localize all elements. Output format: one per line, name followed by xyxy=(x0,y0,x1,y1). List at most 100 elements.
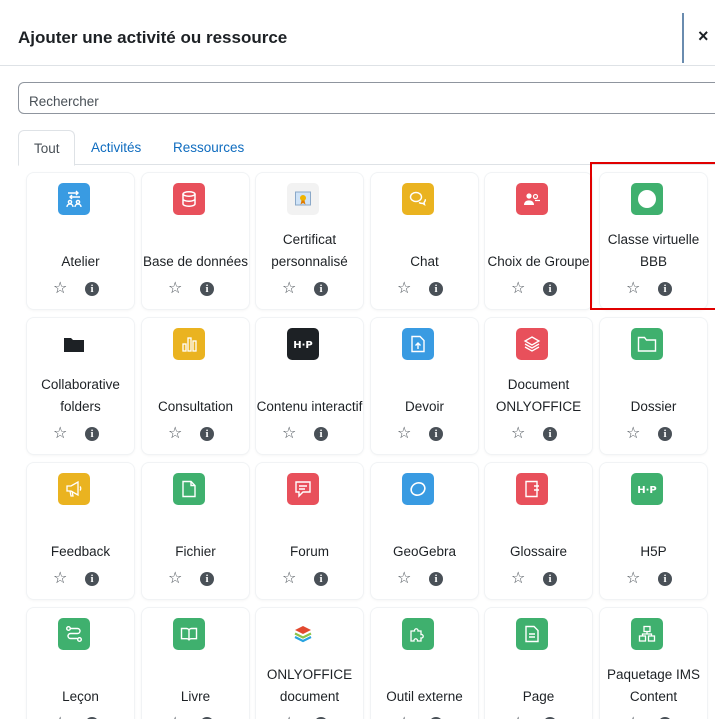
activity-card[interactable]: Page ☆i xyxy=(485,608,592,719)
activity-card[interactable]: H·P Contenu interactif ☆ i xyxy=(256,318,363,454)
info-icon[interactable]: i xyxy=(85,282,99,296)
info-icon[interactable]: i xyxy=(200,427,214,441)
info-icon[interactable]: i xyxy=(543,282,557,296)
search-input[interactable] xyxy=(18,82,715,114)
activity-card[interactable]: Devoir ☆ i xyxy=(371,318,478,454)
activity-label: Choix de Groupe xyxy=(487,254,590,269)
activity-card[interactable]: Feedback ☆ i xyxy=(27,463,134,599)
forum-icon xyxy=(287,473,319,505)
info-icon[interactable]: i xyxy=(85,572,99,586)
activity-card[interactable]: Dossier ☆ i xyxy=(600,318,707,454)
info-icon[interactable]: i xyxy=(314,282,328,296)
activity-card[interactable]: Classe virtuelle BBB ☆ i xyxy=(600,173,707,309)
info-icon[interactable]: i xyxy=(314,427,328,441)
activity-card[interactable]: Base de données ☆ i xyxy=(142,173,249,309)
tab-ressources[interactable]: Ressources xyxy=(173,130,244,165)
card-actions: ☆i xyxy=(256,425,363,443)
star-icon[interactable]: ☆ xyxy=(626,425,640,443)
activity-card[interactable]: Forum ☆ i xyxy=(256,463,363,599)
activity-label: Feedback xyxy=(50,544,111,559)
star-icon[interactable]: ☆ xyxy=(397,280,411,298)
star-icon[interactable]: ☆ xyxy=(282,280,296,298)
activity-label: Livre xyxy=(180,689,211,704)
info-icon[interactable]: i xyxy=(429,572,443,586)
info-icon[interactable]: i xyxy=(658,427,672,441)
people-exchange-icon xyxy=(58,183,90,215)
star-icon[interactable]: ☆ xyxy=(397,425,411,443)
activity-label: Glossaire xyxy=(509,544,568,559)
card-actions: ☆i xyxy=(371,570,478,588)
lesson-path-icon xyxy=(58,618,90,650)
activity-label: Document ONLYOFFICE xyxy=(495,377,582,414)
activity-card[interactable]: Glossaire ☆ i xyxy=(485,463,592,599)
activity-card[interactable]: Consultation ☆ i xyxy=(142,318,249,454)
star-icon[interactable]: ☆ xyxy=(397,570,411,588)
activity-label: Collaborative folders xyxy=(41,377,120,414)
info-icon[interactable]: i xyxy=(200,572,214,586)
star-icon[interactable]: ☆ xyxy=(282,425,296,443)
activity-label: Page xyxy=(522,689,555,704)
modal-title: Ajouter une activité ou ressource xyxy=(18,28,288,47)
activity-card[interactable]: Atelier ☆ i xyxy=(27,173,134,309)
star-icon[interactable]: ☆ xyxy=(626,715,640,719)
activity-card[interactable]: Livre ☆i xyxy=(142,608,249,719)
info-icon[interactable]: i xyxy=(658,282,672,296)
tab-tout[interactable]: Tout xyxy=(18,130,75,166)
activity-card[interactable]: Chat ☆ i xyxy=(371,173,478,309)
card-actions: ☆i xyxy=(27,715,134,719)
star-icon[interactable]: ☆ xyxy=(168,280,182,298)
info-icon[interactable]: i xyxy=(543,572,557,586)
activity-card[interactable]: Collaborative folders ☆ i xyxy=(27,318,134,454)
close-button[interactable]: × xyxy=(682,13,715,63)
star-icon[interactable]: ☆ xyxy=(626,280,640,298)
info-icon[interactable]: i xyxy=(85,427,99,441)
activity-label: GeoGebra xyxy=(392,544,457,559)
star-icon[interactable]: ☆ xyxy=(511,425,525,443)
card-actions: ☆i xyxy=(600,280,707,298)
card-actions: ☆i xyxy=(600,715,707,719)
activity-card[interactable]: Choix de Groupe ☆ i xyxy=(485,173,592,309)
star-icon[interactable]: ☆ xyxy=(282,570,296,588)
package-icon xyxy=(631,618,663,650)
activity-card[interactable]: Fichier ☆ i xyxy=(142,463,249,599)
activity-grid: Atelier ☆ i Base de données ☆ i Certificat per… xyxy=(27,173,715,719)
star-icon[interactable]: ☆ xyxy=(511,280,525,298)
card-actions: ☆i xyxy=(256,280,363,298)
activity-label: Devoir xyxy=(404,399,444,414)
card-actions: ☆i xyxy=(371,425,478,443)
star-icon[interactable]: ☆ xyxy=(53,570,67,588)
activity-label: H5P xyxy=(640,544,667,559)
info-icon[interactable]: i xyxy=(200,282,214,296)
activity-card[interactable]: ONLYOFFICE document ☆i xyxy=(256,608,363,719)
activity-card[interactable]: GeoGebra ☆ i xyxy=(371,463,478,599)
activity-card[interactable]: Leçon ☆i xyxy=(27,608,134,719)
tab-activites[interactable]: Activités xyxy=(91,130,141,165)
info-icon[interactable]: i xyxy=(658,572,672,586)
star-icon[interactable]: ☆ xyxy=(397,715,411,719)
star-icon[interactable]: ☆ xyxy=(282,715,296,719)
star-icon[interactable]: ☆ xyxy=(626,570,640,588)
add-activity-modal: Ajouter une activité ou ressource × Tout… xyxy=(0,0,715,719)
onlyoffice-logo-icon xyxy=(287,618,319,650)
star-icon[interactable]: ☆ xyxy=(168,715,182,719)
star-icon[interactable]: ☆ xyxy=(511,570,525,588)
info-icon[interactable]: i xyxy=(314,572,328,586)
card-actions: ☆i xyxy=(485,425,592,443)
info-icon[interactable]: i xyxy=(543,427,557,441)
star-icon[interactable]: ☆ xyxy=(511,715,525,719)
activity-card[interactable]: H·P H5P ☆ i xyxy=(600,463,707,599)
activity-card[interactable]: Paquetage IMS Content ☆i xyxy=(600,608,707,719)
star-icon[interactable]: ☆ xyxy=(168,570,182,588)
activity-card[interactable]: Certificat personnalisé ☆ i xyxy=(256,173,363,309)
activity-label: ONLYOFFICE document xyxy=(266,667,353,704)
star-icon[interactable]: ☆ xyxy=(53,715,67,719)
star-icon[interactable]: ☆ xyxy=(168,425,182,443)
info-icon[interactable]: i xyxy=(429,427,443,441)
info-icon[interactable]: i xyxy=(429,282,443,296)
star-icon[interactable]: ☆ xyxy=(53,280,67,298)
star-icon[interactable]: ☆ xyxy=(53,425,67,443)
card-actions: ☆i xyxy=(485,570,592,588)
activity-card[interactable]: Outil externe ☆i xyxy=(371,608,478,719)
card-actions: ☆i xyxy=(142,425,249,443)
activity-card[interactable]: Document ONLYOFFICE ☆ i xyxy=(485,318,592,454)
